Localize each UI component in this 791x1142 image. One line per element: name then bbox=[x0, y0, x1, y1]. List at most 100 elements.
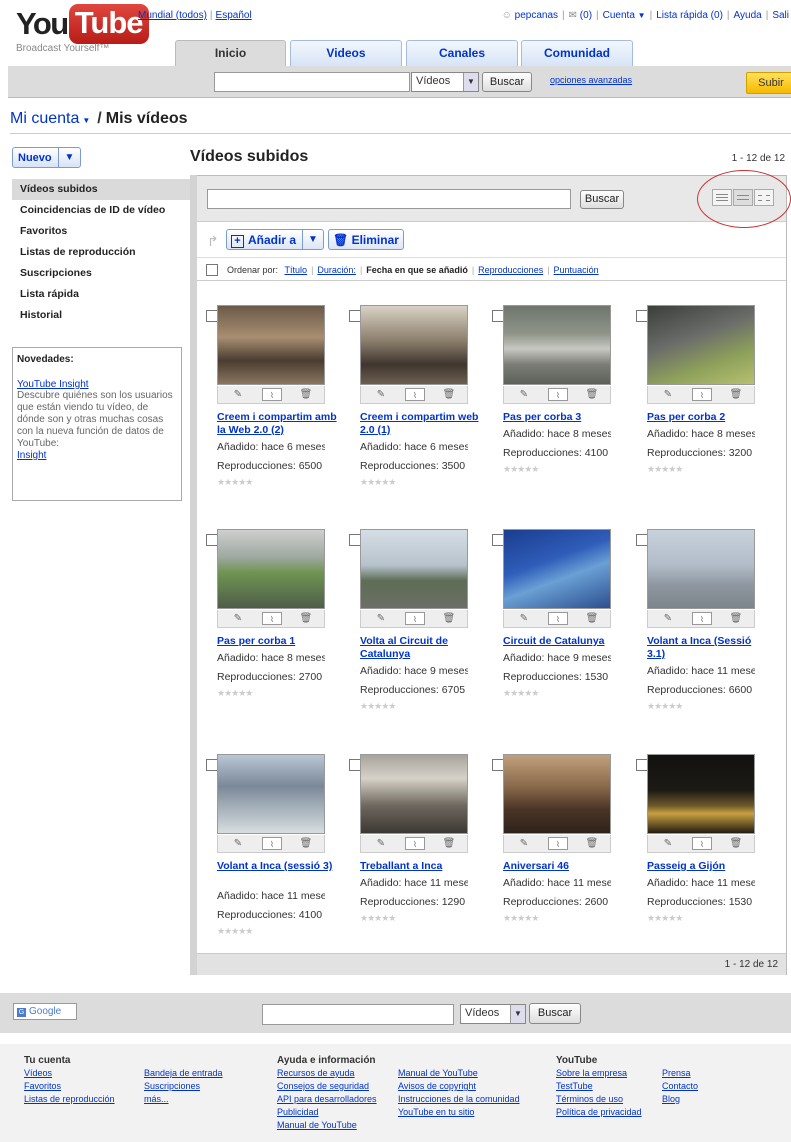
video-title[interactable]: Pas per corba 1 bbox=[217, 635, 342, 648]
footer-search-input[interactable] bbox=[262, 1004, 454, 1025]
trash-icon[interactable]: 🗑 bbox=[296, 837, 316, 850]
video-title[interactable]: Creem i compartim amb la Web 2.0 (2) bbox=[217, 411, 342, 437]
region-link[interactable]: Mundial (todos) bbox=[138, 10, 207, 21]
trash-icon[interactable]: 🗑 bbox=[582, 837, 602, 850]
video-title[interactable]: Volta al Circuit de Catalunya bbox=[360, 635, 485, 661]
footer-link[interactable]: Instrucciones de la comunidad bbox=[398, 1093, 520, 1106]
video-title[interactable]: Pas per corba 3 bbox=[503, 411, 628, 424]
select-all-checkbox[interactable] bbox=[206, 264, 218, 276]
add-to-button[interactable]: + Añadir a ▼ bbox=[226, 229, 324, 250]
insight-icon[interactable]: ⌇ bbox=[405, 388, 425, 401]
search-button[interactable]: Buscar bbox=[482, 72, 532, 92]
video-title[interactable]: Circuit de Catalunya bbox=[503, 635, 628, 648]
video-thumbnail[interactable] bbox=[217, 754, 325, 834]
advanced-search-link[interactable]: opciones avanzadas bbox=[550, 75, 632, 85]
sort-duration[interactable]: Duración: bbox=[317, 265, 356, 275]
footer-link[interactable]: API para desarrolladores bbox=[277, 1093, 377, 1106]
video-thumbnail[interactable] bbox=[503, 754, 611, 834]
footer-link[interactable]: Política de privacidad bbox=[556, 1106, 642, 1119]
video-title[interactable]: Volant a Inca (Sessió 3.1) bbox=[647, 635, 772, 661]
insight-icon[interactable]: ⌇ bbox=[548, 837, 568, 850]
sidebar-item-subscriptions[interactable]: Suscripciones bbox=[12, 263, 190, 284]
sidebar-item-quicklist[interactable]: Lista rápida bbox=[12, 284, 190, 305]
trash-icon[interactable]: 🗑 bbox=[582, 388, 602, 401]
help-link[interactable]: Ayuda bbox=[734, 10, 762, 21]
sidebar-item-content-id[interactable]: Coincidencias de ID de vídeo bbox=[12, 200, 190, 221]
my-account-link[interactable]: Mi cuenta bbox=[10, 110, 79, 127]
insight-icon[interactable]: ⌇ bbox=[405, 612, 425, 625]
footer-link[interactable]: Bandeja de entrada bbox=[144, 1067, 223, 1080]
edit-icon[interactable]: ✎ bbox=[228, 837, 248, 850]
sort-date-added[interactable]: Fecha en que se añadió bbox=[366, 265, 468, 275]
trash-icon[interactable]: 🗑 bbox=[726, 837, 746, 850]
trash-icon[interactable]: 🗑 bbox=[296, 388, 316, 401]
video-title[interactable]: Treballant a Inca bbox=[360, 860, 485, 873]
footer-link[interactable]: YouTube en tu sitio bbox=[398, 1106, 520, 1119]
search-input[interactable] bbox=[214, 72, 410, 92]
edit-icon[interactable]: ✎ bbox=[371, 837, 391, 850]
sidebar-item-uploaded[interactable]: Vídeos subidos bbox=[12, 179, 190, 200]
footer-link[interactable]: Manual de YouTube bbox=[398, 1067, 520, 1080]
sidebar-item-favorites[interactable]: Favoritos bbox=[12, 221, 190, 242]
footer-link[interactable]: TestTube bbox=[556, 1080, 642, 1093]
tab-home[interactable]: Inicio bbox=[175, 40, 286, 66]
footer-link[interactable]: Suscripciones bbox=[144, 1080, 223, 1093]
footer-link[interactable]: Recursos de ayuda bbox=[277, 1067, 377, 1080]
youtube-logo[interactable]: You Tube Broadcast Yourself™ bbox=[16, 4, 149, 54]
footer-link[interactable]: Términos de uso bbox=[556, 1093, 642, 1106]
video-title[interactable]: Volant a Inca (sessió 3) bbox=[217, 860, 342, 873]
sort-title[interactable]: Título bbox=[285, 265, 308, 275]
insight-link[interactable]: YouTube Insight bbox=[17, 379, 89, 390]
chevron-down-icon[interactable]: ▼ bbox=[82, 116, 90, 125]
trash-icon[interactable]: 🗑 bbox=[439, 837, 459, 850]
insight-icon[interactable]: ⌇ bbox=[405, 837, 425, 850]
footer-link[interactable]: Listas de reproducción bbox=[24, 1093, 115, 1106]
footer-link[interactable]: Sobre la empresa bbox=[556, 1067, 642, 1080]
footer-link[interactable]: Publicidad bbox=[277, 1106, 377, 1119]
account-menu[interactable]: Cuenta bbox=[603, 10, 635, 21]
insight-icon[interactable]: ⌇ bbox=[262, 388, 282, 401]
footer-link[interactable]: más... bbox=[144, 1093, 223, 1106]
footer-search-button[interactable]: Buscar bbox=[529, 1003, 581, 1024]
video-thumbnail[interactable] bbox=[217, 529, 325, 609]
delete-button[interactable]: 🗑 Eliminar bbox=[328, 229, 404, 250]
search-category-select[interactable]: Vídeos ▼ bbox=[411, 72, 479, 92]
trash-icon[interactable]: 🗑 bbox=[726, 388, 746, 401]
tab-videos[interactable]: Videos bbox=[290, 40, 402, 66]
username-link[interactable]: pepcanas bbox=[515, 10, 558, 21]
insight-icon[interactable]: ⌇ bbox=[692, 388, 712, 401]
footer-link[interactable]: Avisos de copyright bbox=[398, 1080, 520, 1093]
footer-link[interactable]: Blog bbox=[662, 1093, 698, 1106]
edit-icon[interactable]: ✎ bbox=[371, 388, 391, 401]
trash-icon[interactable]: 🗑 bbox=[439, 612, 459, 625]
footer-category-select[interactable]: Vídeos ▼ bbox=[460, 1004, 526, 1024]
chevron-down-icon[interactable]: ▼ bbox=[302, 230, 323, 249]
video-search-input[interactable] bbox=[207, 189, 571, 209]
sort-views[interactable]: Reproducciones bbox=[478, 265, 543, 275]
edit-icon[interactable]: ✎ bbox=[514, 612, 534, 625]
footer-link[interactable]: Vídeos bbox=[24, 1067, 115, 1080]
video-thumbnail[interactable] bbox=[360, 305, 468, 385]
insight-icon[interactable]: ⌇ bbox=[262, 837, 282, 850]
video-search-button[interactable]: Buscar bbox=[580, 190, 624, 209]
edit-icon[interactable]: ✎ bbox=[658, 837, 678, 850]
edit-icon[interactable]: ✎ bbox=[514, 837, 534, 850]
language-link[interactable]: Español bbox=[216, 10, 252, 21]
tab-channels[interactable]: Canales bbox=[406, 40, 518, 66]
video-thumbnail[interactable] bbox=[360, 754, 468, 834]
upload-button[interactable]: Subir bbox=[746, 72, 791, 94]
mail-icon[interactable]: ✉ bbox=[569, 10, 577, 21]
footer-link[interactable]: Manual de YouTube bbox=[277, 1119, 377, 1132]
tab-community[interactable]: Comunidad bbox=[521, 40, 633, 66]
video-thumbnail[interactable] bbox=[360, 529, 468, 609]
trash-icon[interactable]: 🗑 bbox=[296, 612, 316, 625]
video-thumbnail[interactable] bbox=[503, 529, 611, 609]
new-button[interactable]: Nuevo ▼ bbox=[12, 147, 81, 168]
trash-icon[interactable]: 🗑 bbox=[439, 388, 459, 401]
sidebar-item-playlists[interactable]: Listas de reproducción bbox=[12, 242, 190, 263]
insight-icon[interactable]: ⌇ bbox=[548, 612, 568, 625]
footer-link[interactable]: Prensa bbox=[662, 1067, 698, 1080]
video-title[interactable]: Pas per corba 2 bbox=[647, 411, 772, 424]
insight-icon[interactable]: ⌇ bbox=[548, 388, 568, 401]
edit-icon[interactable]: ✎ bbox=[228, 612, 248, 625]
